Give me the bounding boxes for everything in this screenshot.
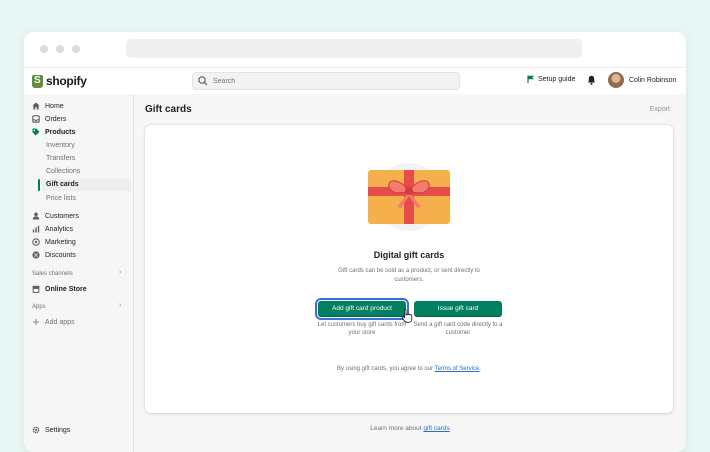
sidebar-item-label: Customers [45, 212, 79, 220]
terms-prefix: By using gift cards, you agree to our [337, 366, 435, 372]
sidebar-item-home[interactable]: Home [32, 100, 64, 112]
sidebar-item-orders[interactable]: Orders [32, 113, 66, 125]
browser-window: shopify Setup guide Colin Robinson [24, 32, 686, 452]
terms-suffix: . [479, 366, 481, 372]
sidebar-item-label: Products [45, 128, 76, 136]
user-name: Colin Robinson [629, 76, 677, 84]
gift-cards-help-link[interactable]: gift cards [423, 425, 449, 432]
sidebar-item-products[interactable]: Products [32, 126, 75, 138]
page-title: Gift cards [145, 104, 192, 115]
sidebar-item-analytics[interactable]: Analytics [32, 223, 73, 235]
sidebar-item-label: Home [45, 102, 64, 110]
chevron-right-icon[interactable]: › [119, 269, 121, 276]
avatar [608, 72, 624, 88]
empty-state-card: Digital gift cards Gift cards can be sol… [145, 125, 673, 413]
sidebar-subitem-transfers[interactable]: Transfers [46, 153, 75, 165]
sidebar: Home Orders Products Inventory Transfers… [24, 94, 134, 452]
sidebar-item-online-store[interactable]: Online Store [32, 283, 87, 295]
target-icon [32, 238, 40, 246]
inbox-icon [32, 115, 40, 123]
chevron-right-icon[interactable]: › [119, 302, 121, 309]
empty-state-heading: Digital gift cards [373, 250, 445, 260]
shopify-bag-icon [32, 74, 43, 88]
footer-prefix: Learn more about [370, 425, 424, 432]
learn-more-footer: Learn more about gift cards [134, 425, 686, 432]
shopify-logo[interactable]: shopify [32, 73, 87, 89]
sidebar-item-label: Add apps [45, 318, 75, 326]
gear-icon [32, 426, 40, 434]
window-maximize-dot[interactable] [72, 45, 80, 53]
home-icon [32, 102, 40, 110]
logo-text: shopify [46, 74, 87, 88]
setup-guide-button[interactable]: Setup guide [527, 75, 575, 83]
terms-of-service-link[interactable]: Terms of Service [435, 366, 480, 372]
browser-chrome [24, 32, 686, 68]
sidebar-item-label: Analytics [45, 225, 74, 233]
sidebar-item-customers[interactable]: Customers [32, 210, 79, 222]
sidebar-subitem-price-lists[interactable]: Price lists [46, 193, 76, 205]
store-icon [32, 285, 40, 293]
admin-topbar: shopify Setup guide Colin Robinson [24, 68, 686, 95]
search-icon [198, 76, 208, 86]
plus-icon [33, 319, 39, 325]
address-bar[interactable] [126, 39, 582, 58]
issue-button-caption: Send a gift card code directly to a cust… [413, 322, 503, 336]
sidebar-item-label: Online Store [45, 285, 87, 293]
main-content: Gift cards Export Digital gift cards Gif… [134, 94, 686, 452]
flag-icon [527, 75, 534, 83]
bar-chart-icon [32, 225, 40, 233]
empty-state-description: Gift cards can be sold as a product, or … [338, 268, 480, 283]
sidebar-item-settings[interactable]: Settings [32, 424, 70, 436]
setup-guide-label: Setup guide [538, 75, 576, 83]
sales-channels-label: Sales channels [32, 271, 73, 277]
sidebar-subitem-inventory[interactable]: Inventory [46, 140, 75, 152]
tag-icon [32, 128, 40, 136]
sidebar-item-label: Discounts [45, 251, 76, 259]
terms-notice: By using gift cards, you agree to our Te… [145, 366, 673, 372]
sidebar-item-marketing[interactable]: Marketing [32, 236, 76, 248]
export-button[interactable]: Export [650, 106, 670, 113]
user-menu[interactable]: Colin Robinson [608, 72, 676, 88]
window-close-dot[interactable] [40, 45, 48, 53]
hand-cursor-icon [401, 309, 413, 323]
sidebar-subitem-gift-cards[interactable]: Gift cards [38, 179, 131, 191]
add-gift-card-product-button[interactable]: Add gift card product [315, 298, 409, 320]
sidebar-item-discounts[interactable]: Discounts [32, 249, 76, 261]
add-button-caption: Let customers buy gift cards from your s… [317, 322, 407, 336]
sidebar-item-label: Marketing [45, 238, 76, 246]
window-minimize-dot[interactable] [56, 45, 64, 53]
issue-gift-card-button[interactable]: Issue gift card [414, 301, 502, 317]
apps-label: Apps [32, 304, 46, 310]
search-bar[interactable] [192, 72, 460, 90]
sidebar-item-label: Orders [45, 115, 67, 123]
gift-card-illustration [368, 163, 450, 231]
person-icon [32, 212, 40, 220]
sidebar-subitem-collections[interactable]: Collections [46, 166, 80, 178]
discount-icon [32, 251, 40, 259]
search-input[interactable] [209, 77, 457, 85]
sidebar-item-label: Settings [45, 426, 71, 434]
bell-icon[interactable] [587, 75, 596, 85]
sidebar-item-add-apps[interactable]: Add apps [32, 316, 75, 328]
